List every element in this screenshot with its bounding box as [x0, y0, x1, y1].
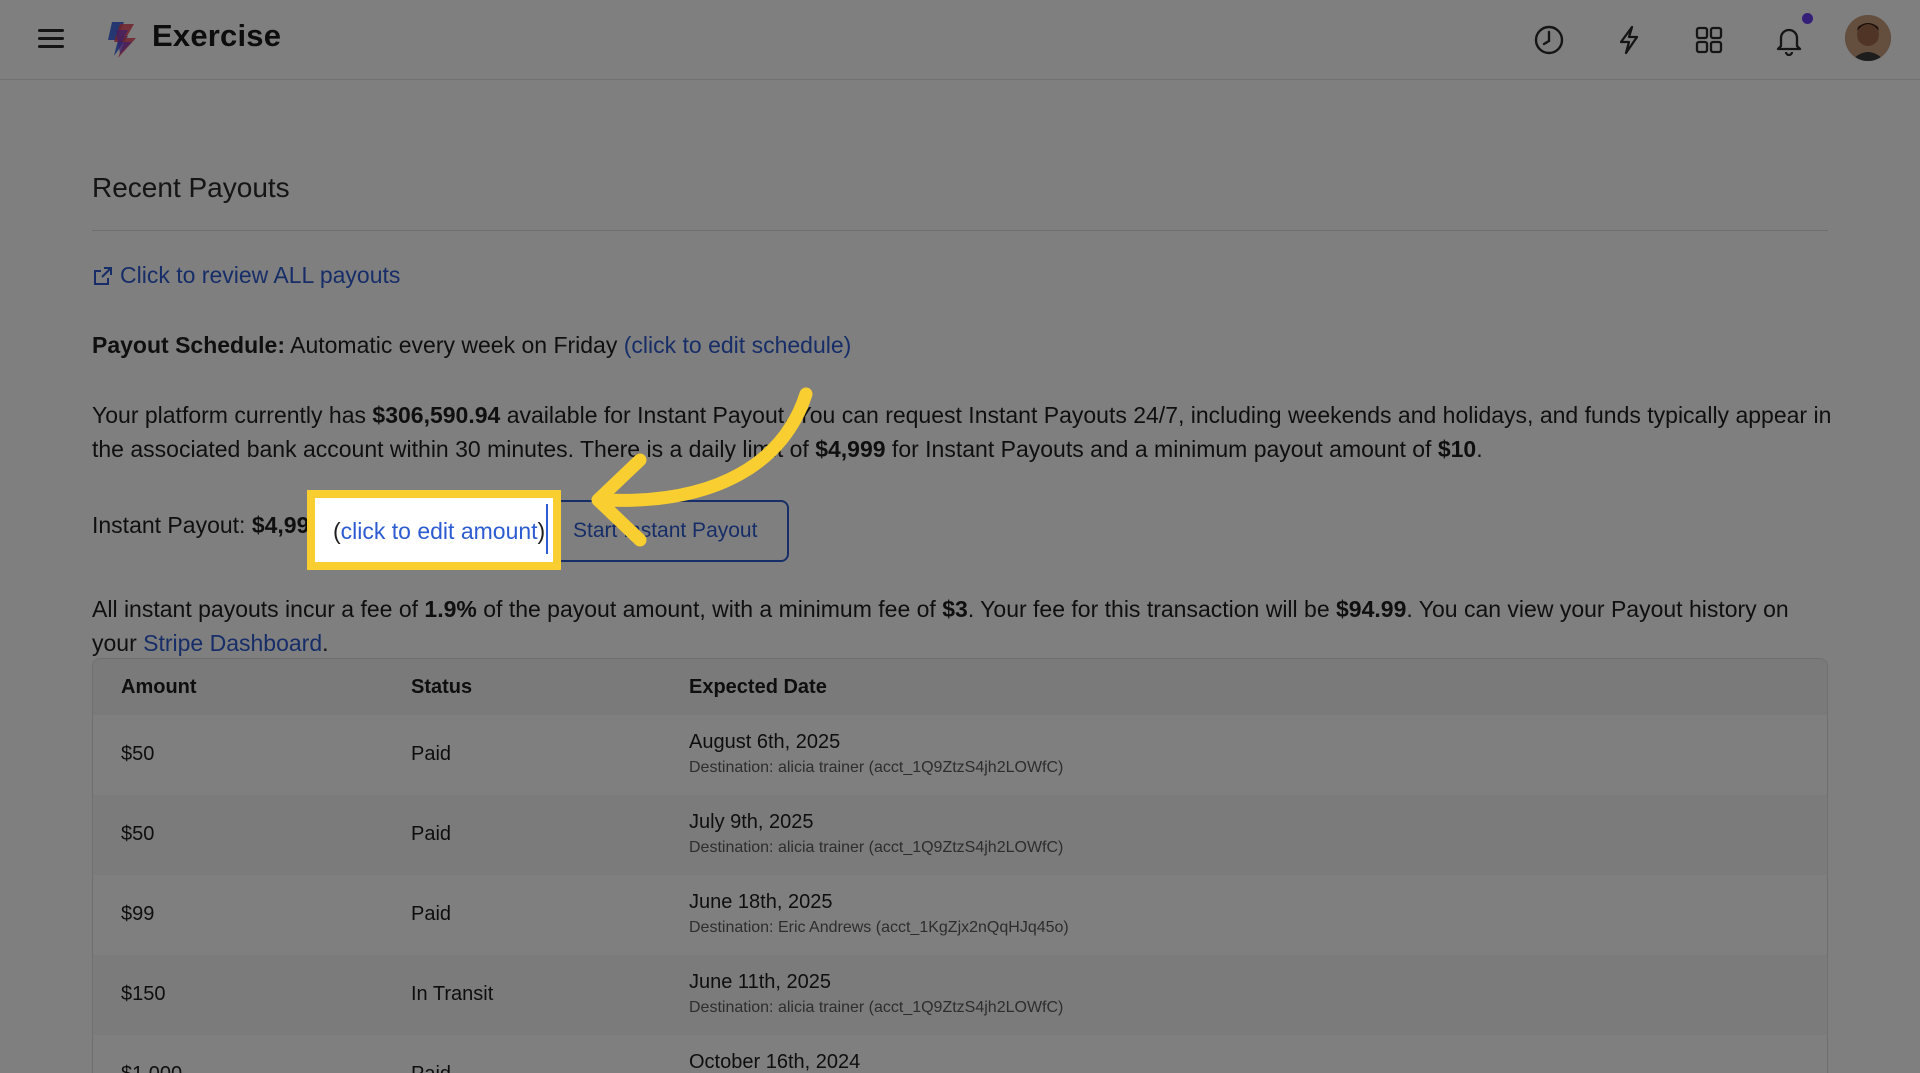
payout-schedule-text: Automatic every week on Friday	[284, 332, 624, 358]
row-date: October 16th, 2024	[689, 1051, 861, 1073]
row-status: Paid	[411, 743, 452, 765]
fee-t1: All instant payouts incur a fee of	[92, 596, 425, 622]
edit-schedule-link[interactable]: (click to edit schedule)	[624, 332, 852, 358]
row-status: Paid	[411, 1063, 451, 1073]
availability-t4: .	[1476, 436, 1483, 462]
row-date: August 6th, 2025	[689, 731, 841, 753]
fee-t3: . Your fee for this transaction will be	[967, 596, 1337, 622]
fee-minimum: $3	[942, 596, 968, 622]
menu-icon[interactable]	[36, 26, 66, 52]
row-destination: Destination: alicia trainer (acct_1Q9Ztz…	[689, 759, 1064, 776]
available-amount: $306,590.94	[372, 402, 501, 428]
availability-text: Your platform currently has $306,590.94 …	[92, 398, 1832, 466]
row-status: In Transit	[411, 983, 494, 1005]
highlighted-edit-amount: (click to edit amount)	[333, 518, 545, 545]
row-destination: Destination: alicia trainer (acct_1Q9Ztz…	[689, 839, 1064, 856]
stripe-dashboard-link[interactable]: Stripe Dashboard	[143, 630, 322, 656]
start-instant-payout-button[interactable]: Start Instant Payout	[551, 500, 789, 562]
table-header: Amount Status Expected Date	[93, 659, 1827, 715]
page-title: Recent Payouts	[92, 172, 290, 203]
minimum-payout: $10	[1437, 436, 1477, 462]
text-caret	[546, 504, 548, 554]
payouts-table: Amount Status Expected Date $50 Paid Aug…	[92, 658, 1828, 1073]
fee-t5: .	[322, 630, 329, 656]
apps-grid-icon[interactable]	[1689, 20, 1729, 60]
external-link-icon	[94, 266, 112, 285]
column-header-status: Status	[411, 676, 473, 698]
top-bar: Exercise	[0, 0, 1920, 80]
column-header-amount: Amount	[121, 676, 197, 698]
column-header-expected-date: Expected Date	[689, 676, 827, 698]
table-row[interactable]: $99 Paid June 18th, 2025 Destination: Er…	[93, 875, 1827, 955]
table-row[interactable]: $1,000 Paid October 16th, 2024	[93, 1035, 1827, 1073]
instant-payout-label: Instant Payout:	[92, 512, 252, 538]
row-date: June 11th, 2025	[689, 971, 831, 993]
daily-limit: $4,999	[815, 436, 886, 462]
fee-percent: 1.9%	[424, 596, 477, 622]
row-amount: $1,000	[121, 1063, 182, 1073]
fee-t2: of the payout amount, with a minimum fee…	[476, 596, 943, 622]
row-amount: $50	[121, 823, 155, 845]
fee-amount: $94.99	[1336, 596, 1407, 622]
highlight-box: (click to edit amount)	[307, 490, 561, 570]
row-status: Paid	[411, 823, 452, 845]
app-title[interactable]: Exercise	[152, 18, 281, 54]
table-row[interactable]: $150 In Transit June 11th, 2025 Destinat…	[93, 955, 1827, 1035]
bolt-icon[interactable]	[1609, 20, 1649, 60]
highlighted-edit-amount-link[interactable]: click to edit amount	[341, 518, 538, 544]
hl-paren-close: )	[537, 518, 546, 544]
review-all-payouts-label: Click to review ALL payouts	[120, 262, 401, 288]
avatar[interactable]	[1845, 15, 1891, 61]
review-all-payouts-link[interactable]: Click to review ALL payouts	[92, 262, 400, 289]
notification-dot	[1802, 13, 1813, 24]
instant-payout-row: Instant Payout: $4,999	[92, 512, 322, 539]
history-icon[interactable]	[1529, 20, 1569, 60]
row-date: July 9th, 2025	[689, 811, 814, 833]
row-amount: $50	[121, 743, 155, 765]
row-date: June 18th, 2025	[689, 891, 833, 913]
app-logo	[108, 22, 136, 58]
row-amount: $150	[121, 983, 166, 1005]
availability-t1: Your platform currently has	[92, 402, 373, 428]
table-row[interactable]: $50 Paid August 6th, 2025 Destination: a…	[93, 715, 1827, 795]
payout-schedule: Payout Schedule: Automatic every week on…	[92, 328, 851, 362]
row-amount: $99	[121, 903, 155, 925]
table-row[interactable]: $50 Paid July 9th, 2025 Destination: ali…	[93, 795, 1827, 875]
availability-t3: for Instant Payouts and a minimum payout…	[885, 436, 1438, 462]
divider	[92, 230, 1828, 231]
row-destination: Destination: Eric Andrews (acct_1KgZjx2n…	[689, 919, 1069, 936]
row-destination: Destination: alicia trainer (acct_1Q9Ztz…	[689, 999, 1064, 1016]
row-status: Paid	[411, 903, 452, 925]
fee-text: All instant payouts incur a fee of 1.9% …	[92, 592, 1832, 660]
bell-icon[interactable]	[1769, 20, 1809, 60]
hl-paren-open: (	[333, 518, 341, 544]
payout-schedule-label: Payout Schedule:	[92, 332, 285, 358]
